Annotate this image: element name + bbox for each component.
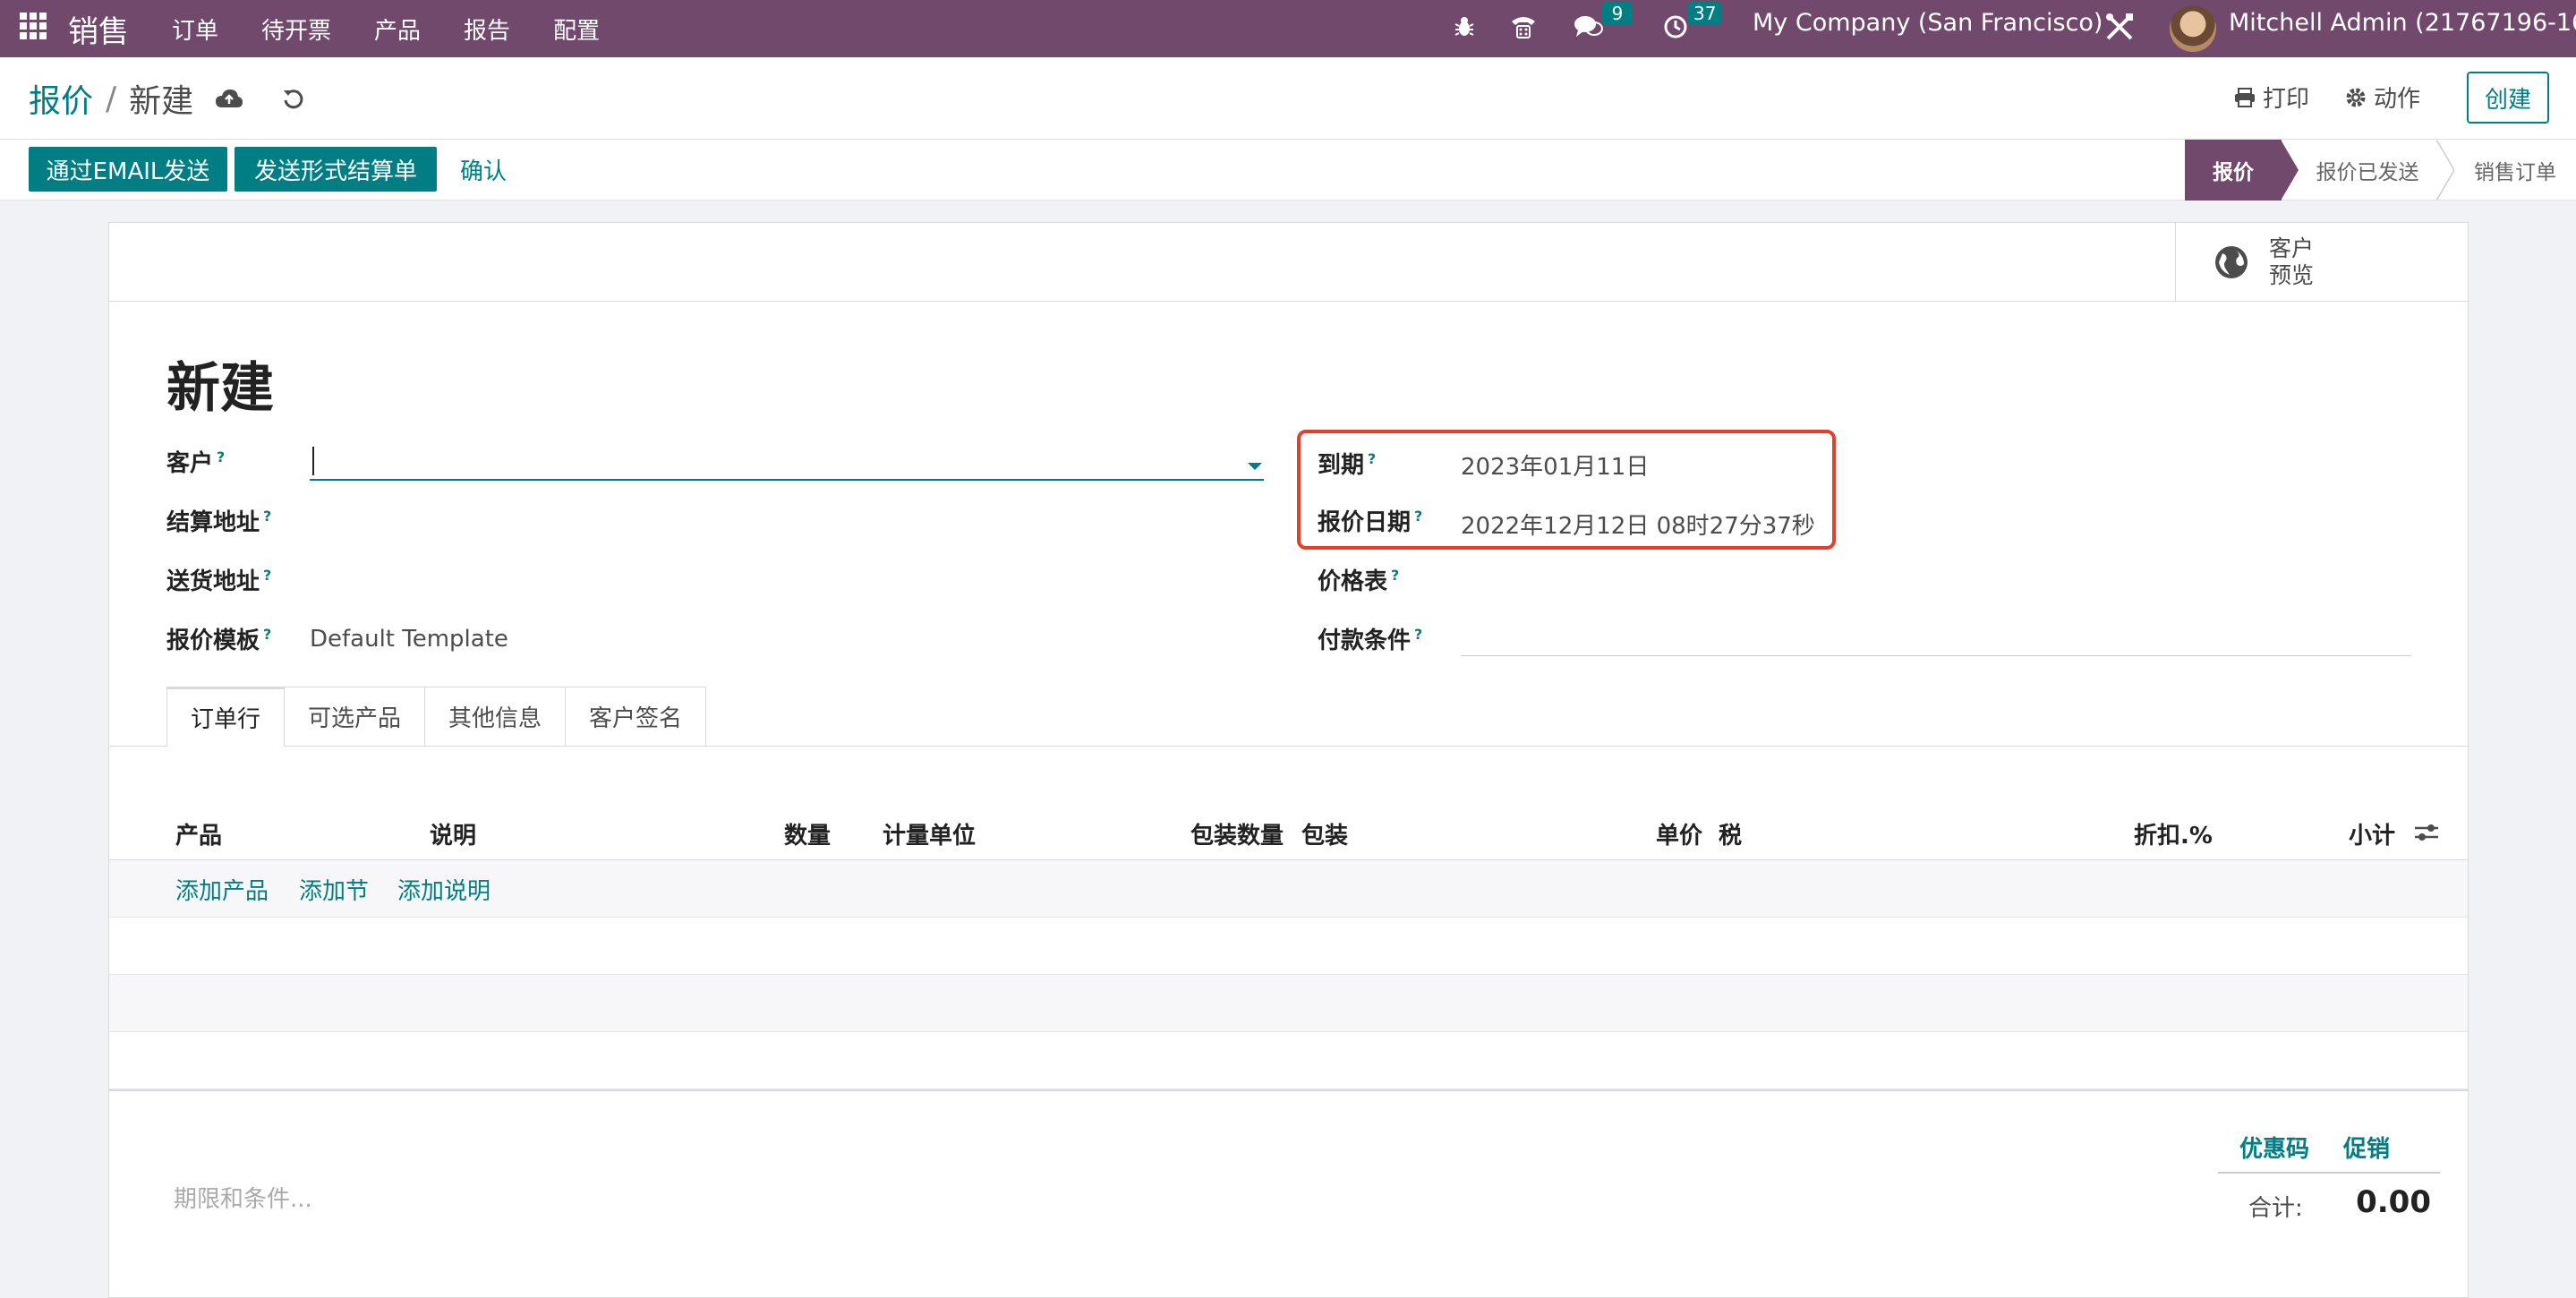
col-uom[interactable]: 计量单位 — [883, 817, 976, 850]
add-product-link[interactable]: 添加产品 — [175, 873, 269, 906]
company-switcher[interactable]: My Company (San Francisco) — [1753, 9, 2103, 37]
breadcrumb-separator: / — [106, 80, 117, 117]
status-bar: 通过EMAIL发送 发送形式结算单 确认 报价 报价已发送 销售订单 — [0, 140, 2576, 201]
apps-menu-icon[interactable] — [20, 13, 47, 39]
cloud-save-icon[interactable] — [213, 82, 245, 115]
discard-undo-icon[interactable] — [277, 82, 310, 115]
notebook-tabs: 订单行 可选产品 其他信息 客户签名 — [166, 687, 707, 747]
print-button[interactable]: 打印 — [2234, 81, 2309, 114]
payment-terms-label: 付款条件? — [1318, 626, 1423, 654]
menu-item-to-invoice[interactable]: 待开票 — [261, 13, 331, 46]
top-navbar: 销售 订单 待开票 产品 报告 配置 9 37 My Company (San … — [0, 0, 2576, 57]
quotation-template-label: 报价模板? — [166, 626, 272, 654]
breadcrumb: 报价 / 新建 — [29, 75, 193, 122]
send-by-email-button[interactable]: 通过EMAIL发送 — [29, 147, 227, 192]
total-divider — [2218, 1172, 2440, 1174]
breadcrumb-current: 新建 — [129, 83, 194, 120]
total-amount: 0.00 — [2356, 1184, 2431, 1220]
printer-icon — [2235, 87, 2255, 107]
user-avatar[interactable] — [2170, 5, 2216, 52]
tab-customer-signature[interactable]: 客户签名 — [565, 687, 707, 746]
confirm-button[interactable]: 确认 — [460, 147, 507, 192]
col-packaging-qty[interactable]: 包装数量 — [1190, 817, 1284, 850]
send-proforma-button[interactable]: 发送形式结算单 — [235, 147, 437, 192]
customer-preview-button[interactable]: 客户 预览 — [2175, 223, 2468, 302]
messages-badge: 9 — [1602, 2, 1633, 25]
optional-columns-sliders-icon[interactable] — [2413, 821, 2440, 844]
col-quantity[interactable]: 数量 — [784, 817, 831, 850]
terms-and-conditions-input[interactable]: 期限和条件... — [174, 1181, 312, 1214]
print-label: 打印 — [2263, 86, 2310, 113]
control-panel: 报价 / 新建 打印 动作 创建 — [0, 57, 2576, 140]
app-brand[interactable]: 销售 — [68, 7, 129, 51]
bug-icon[interactable] — [1446, 9, 1482, 45]
col-discount[interactable]: 折扣.% — [2134, 817, 2213, 850]
tab-optional-products[interactable]: 可选产品 — [284, 687, 426, 746]
menu-item-orders[interactable]: 订单 — [172, 13, 218, 46]
stage-quotation-sent[interactable]: 报价已发送 — [2299, 140, 2436, 201]
action-button[interactable]: 动作 — [2345, 81, 2420, 114]
annotation-highlight-box — [1297, 430, 1836, 550]
col-subtotal[interactable]: 小计 — [2349, 817, 2395, 850]
tab-other-info[interactable]: 其他信息 — [424, 687, 567, 746]
customer-label: 客户? — [166, 448, 226, 477]
add-note-link[interactable]: 添加说明 — [397, 873, 490, 906]
customer-dropdown-icon[interactable] — [1248, 463, 1262, 470]
pricelist-label: 价格表? — [1318, 567, 1400, 595]
quotation-template-field[interactable]: Default Template — [310, 626, 508, 653]
col-description[interactable]: 说明 — [430, 817, 476, 850]
tab-order-lines[interactable]: 订单行 — [166, 687, 286, 747]
stage-sales-order[interactable]: 销售订单 — [2454, 140, 2576, 201]
user-menu[interactable]: Mitchell Admin (21767196-16-0 — [2229, 9, 2576, 37]
main-menu: 订单 待开票 产品 报告 配置 — [172, 0, 643, 57]
total-label: 合计: — [2248, 1195, 2303, 1222]
table-row — [109, 918, 2468, 975]
tools-icon[interactable] — [2102, 9, 2137, 45]
form-sheet: 客户 预览 新建 客户? 结算地址? 送货地址? 报价模板? Default T… — [108, 222, 2469, 1298]
smart-button-box: 客户 预览 — [109, 223, 2468, 302]
stage-divider-icon — [2436, 140, 2454, 201]
create-button[interactable]: 创建 — [2467, 72, 2549, 124]
globe-icon — [2215, 246, 2248, 278]
stage-pipeline: 报价 报价已发送 销售订单 — [2185, 140, 2576, 201]
col-unit-price[interactable]: 单价 — [1656, 817, 1702, 850]
breadcrumb-quotations[interactable]: 报价 — [29, 75, 93, 122]
table-row — [109, 975, 2468, 1032]
menu-item-configuration[interactable]: 配置 — [553, 13, 600, 46]
delivery-address-label: 送货地址? — [166, 567, 272, 595]
col-packaging[interactable]: 包装 — [1301, 817, 1348, 850]
table-end-divider — [109, 1089, 2468, 1091]
add-line-row: 添加产品 添加节 添加说明 — [109, 860, 2468, 918]
customer-preview-line1: 客户 — [2269, 235, 2315, 261]
payment-terms-input[interactable] — [1461, 617, 2411, 656]
table-row — [109, 1032, 2468, 1089]
col-product[interactable]: 产品 — [175, 817, 222, 850]
stage-quotation[interactable]: 报价 — [2185, 140, 2282, 201]
chat-messages-icon[interactable] — [1570, 9, 1606, 45]
action-label: 动作 — [2374, 86, 2421, 113]
add-section-link[interactable]: 添加节 — [299, 873, 369, 906]
gear-icon — [2346, 88, 2366, 107]
menu-item-reporting[interactable]: 报告 — [464, 13, 510, 46]
coupon-button[interactable]: 优惠码 — [2239, 1131, 2309, 1164]
customer-input[interactable] — [310, 441, 1264, 481]
stage-arrow-icon — [2281, 140, 2299, 201]
customer-preview-line2: 预览 — [2269, 262, 2315, 288]
col-taxes[interactable]: 税 — [1719, 817, 1742, 850]
promotions-button[interactable]: 促销 — [2343, 1131, 2390, 1164]
text-cursor — [312, 447, 314, 475]
order-lines-header: 产品 说明 数量 计量单位 包装数量 包装 单价 税 折扣.% 小计 — [109, 805, 2468, 860]
menu-item-products[interactable]: 产品 — [374, 13, 421, 46]
invoice-address-label: 结算地址? — [166, 508, 272, 536]
record-title: 新建 — [166, 357, 274, 420]
activities-badge: 37 — [1688, 2, 1722, 25]
phone-icon[interactable] — [1506, 9, 1541, 45]
